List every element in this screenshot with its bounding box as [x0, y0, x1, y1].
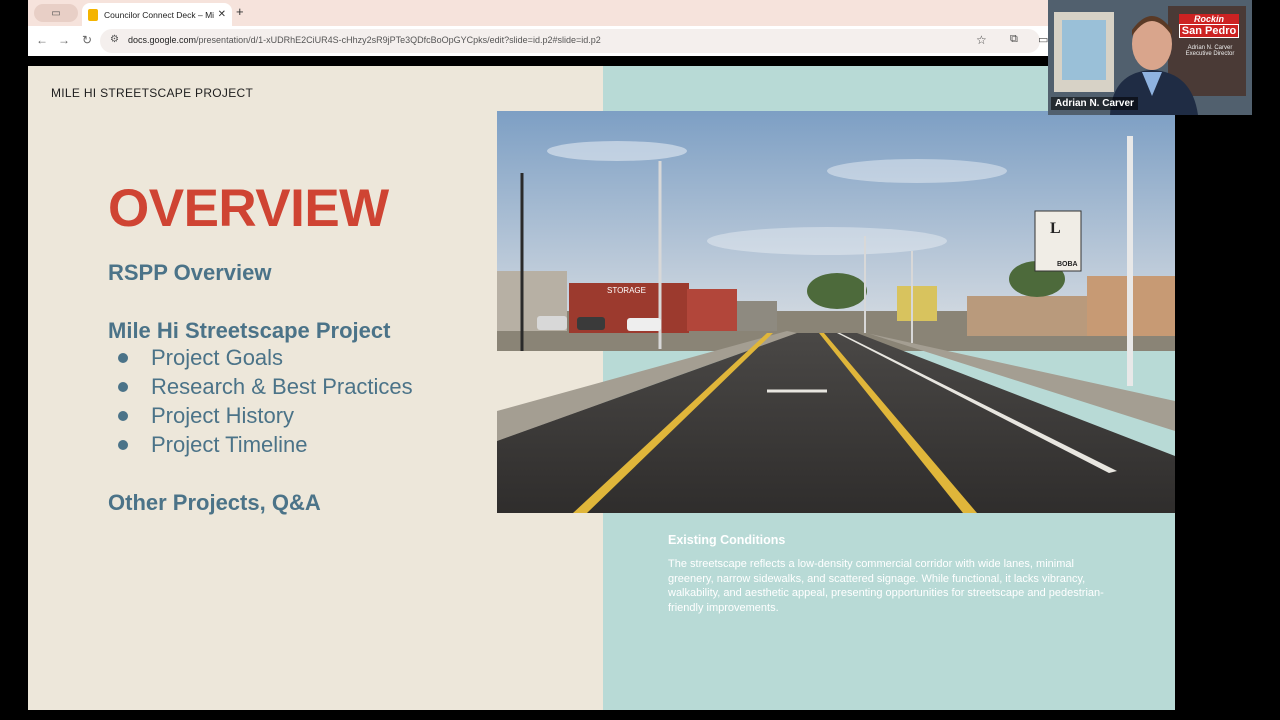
address-bar[interactable]: ⚙ docs.google.com/presentation/d/1-xUDRh… [100, 29, 1048, 53]
url-host: docs.google.com [128, 35, 197, 45]
bullet-dot [118, 439, 128, 450]
brand-top-text: Rockin [1179, 14, 1239, 24]
section-mile-hi-project: Mile Hi Streetscape Project [108, 318, 391, 343]
bullet-label: Project Goals [151, 344, 284, 370]
tab-switch-icon: ▭ [51, 7, 61, 19]
list-item: Research & Best Practices [110, 372, 413, 401]
street-scene-illustration: STORAGE L BOBA [497, 111, 1175, 513]
person-name-title: Adrian N. Carver Executive Director [1181, 45, 1239, 57]
section-other-projects: Other Projects, Q&A [108, 490, 321, 515]
brand-bottom-text: San Pedro [1179, 24, 1239, 38]
forward-icon[interactable]: → [56, 33, 72, 47]
restaurant-sign-letter: L [1050, 220, 1061, 237]
person-role: Executive Director [1185, 51, 1235, 57]
tab-councilor-connect-deck[interactable]: Councilor Connect Deck – Mi ✕ [82, 3, 232, 26]
tab-search-button[interactable]: ▭ [34, 4, 78, 22]
boba-sign-text: BOBA [1057, 261, 1078, 268]
url-path: /presentation/d/1-xUDRhE2CiUR4S-cHhzy2sR… [196, 35, 601, 45]
list-item: Project Timeline [110, 430, 413, 459]
section-rspp-overview: RSPP Overview [108, 260, 272, 285]
browser-window: ▭ Councilor Connect Deck – Mi ✕ + ← → ↻ … [28, 0, 1048, 56]
slide-title: OVERVIEW [108, 179, 389, 238]
browser-toolbar: ← → ↻ ⚙ docs.google.com/presentation/d/1… [28, 26, 1048, 56]
participant-name-label: Adrian N. Carver [1051, 97, 1138, 110]
url-text[interactable]: docs.google.com/presentation/d/1-xUDRhE2… [128, 35, 601, 45]
bullet-dot [118, 352, 128, 363]
list-item: Project Goals [110, 343, 413, 372]
site-info-icon[interactable]: ⚙ [110, 34, 119, 45]
reload-icon[interactable]: ↻ [79, 33, 95, 47]
bullet-dot [118, 410, 128, 421]
new-tab-button[interactable]: + [236, 4, 244, 19]
presentation-slide: MILE HI STREETSCAPE PROJECT OVERVIEW RSP… [28, 66, 1175, 710]
extensions-icon[interactable]: ⧉ [1010, 33, 1018, 46]
bullet-list: Project Goals Research & Best Practices … [110, 343, 413, 459]
slides-favicon-icon [88, 8, 98, 21]
bullet-label: Project Timeline [151, 431, 308, 457]
bullet-dot [118, 381, 128, 392]
side-panel-icon[interactable]: ▭ [1038, 33, 1048, 46]
bullet-label: Project History [151, 402, 295, 428]
project-label: MILE HI STREETSCAPE PROJECT [51, 86, 254, 100]
tab-close-icon[interactable]: ✕ [218, 9, 226, 20]
tab-title: Councilor Connect Deck – Mi [104, 9, 214, 20]
bookmark-star-icon[interactable]: ☆ [976, 33, 987, 47]
webcam-video-tile: Rockin San Pedro Adrian N. Carver Execut… [1048, 0, 1252, 115]
street-photo: STORAGE L BOBA [497, 111, 1175, 513]
back-icon[interactable]: ← [34, 33, 50, 47]
list-item: Project History [110, 401, 413, 430]
rockin-san-pedro-logo: Rockin San Pedro [1179, 14, 1239, 40]
caption-body: The streetscape reflects a low-density c… [668, 558, 1104, 614]
storage-sign-text: STORAGE [607, 286, 646, 295]
bullet-label: Research & Best Practices [151, 373, 413, 399]
tab-bar: ▭ Councilor Connect Deck – Mi ✕ + [28, 0, 1048, 26]
caption-title: Existing Conditions [668, 533, 786, 547]
